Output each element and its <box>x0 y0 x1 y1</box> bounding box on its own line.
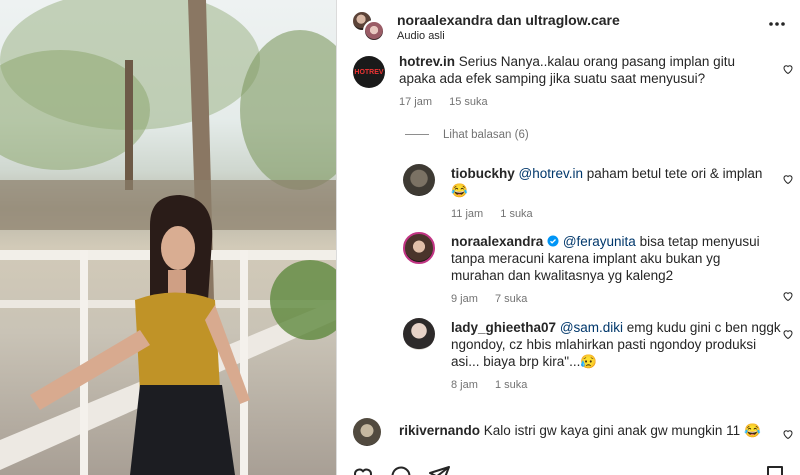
avatar[interactable] <box>353 418 381 446</box>
avatar[interactable] <box>403 164 435 196</box>
heart-icon[interactable] <box>782 328 794 340</box>
comment-meta: 9 jam 7 suka <box>451 293 541 305</box>
verified-badge-icon <box>547 235 559 247</box>
post-action-bar <box>337 458 800 475</box>
heart-icon[interactable] <box>782 428 794 440</box>
comment-body: Kalo istri gw kaya gini anak gw mungkin … <box>483 423 741 438</box>
comment-time: 17 jam <box>399 96 433 108</box>
comment-time: 8 jam <box>451 379 478 391</box>
post-photo <box>0 0 336 475</box>
heart-icon[interactable] <box>782 290 794 302</box>
comment-emoji: 😥 <box>580 354 598 369</box>
heart-icon[interactable] <box>351 464 375 475</box>
post-header: noraalexandra dan ultraglow.care Audio a… <box>337 0 800 48</box>
comment-emoji: 😂 <box>743 423 761 438</box>
comment-text: noraalexandra @ferayunita bisa tetap men… <box>451 233 773 284</box>
comment-body: paham betul tete ori & implan <box>586 166 763 181</box>
post-photo-scene <box>0 0 336 475</box>
comment-username[interactable]: hotrev.in <box>399 54 455 69</box>
comment-mention[interactable]: @sam.diki <box>560 320 623 335</box>
comment-likes[interactable]: 1 suka <box>495 379 527 391</box>
comments-list[interactable]: HOTREV hotrev.in Serius Nanya..kalau ora… <box>337 48 800 458</box>
comment-meta: 8 jam 1 suka <box>451 379 541 391</box>
comment-username[interactable]: rikivernando <box>399 423 480 438</box>
comment-likes[interactable]: 15 suka <box>449 96 488 108</box>
bookmark-icon[interactable] <box>763 464 787 475</box>
comment-text: rikivernando Kalo istri gw kaya gini ana… <box>399 422 769 439</box>
more-horizontal-icon[interactable] <box>767 14 787 34</box>
avatar[interactable] <box>403 318 435 350</box>
comment-meta: 17 jam 15 suka <box>399 96 502 108</box>
comment-text: hotrev.in Serius Nanya..kalau orang pasa… <box>399 53 764 87</box>
view-replies-button[interactable]: Lihat balasan (6) <box>405 129 529 141</box>
comment-mention[interactable]: @hotrev.in <box>519 166 583 181</box>
post-side-panel: noraalexandra dan ultraglow.care Audio a… <box>336 0 800 475</box>
comment-text: tiobuckhy @hotrev.in paham betul tete or… <box>451 165 771 199</box>
collab-avatars[interactable] <box>351 10 385 42</box>
comment-meta: 11 jam 1 suka <box>451 208 547 220</box>
avatar[interactable] <box>403 232 435 264</box>
comment-mention[interactable]: @ferayunita <box>563 234 636 249</box>
view-replies-label: Lihat balasan (6) <box>443 129 529 141</box>
comment-text: lady_ghieetha07 @sam.diki emg kudu gini … <box>451 319 781 370</box>
avatar[interactable]: HOTREV <box>353 56 385 88</box>
comment-username[interactable]: lady_ghieetha07 <box>451 320 556 335</box>
avatar-label: HOTREV <box>354 68 384 76</box>
comment-icon[interactable] <box>389 464 413 475</box>
comment-likes[interactable]: 7 suka <box>495 293 527 305</box>
post-authors[interactable]: noraalexandra dan ultraglow.care <box>397 12 620 28</box>
avatar <box>363 20 385 42</box>
comment-username[interactable]: noraalexandra <box>451 234 543 249</box>
heart-icon[interactable] <box>782 173 794 185</box>
comment-time: 9 jam <box>451 293 478 305</box>
comment-emoji: 😂 <box>451 183 468 198</box>
comment-likes[interactable]: 1 suka <box>500 208 532 220</box>
comment-time: 11 jam <box>451 208 484 220</box>
divider <box>405 134 429 136</box>
heart-icon[interactable] <box>782 63 794 75</box>
audio-label[interactable]: Audio asli <box>397 30 445 42</box>
comment-username[interactable]: tiobuckhy <box>451 166 515 181</box>
send-icon[interactable] <box>427 464 451 475</box>
